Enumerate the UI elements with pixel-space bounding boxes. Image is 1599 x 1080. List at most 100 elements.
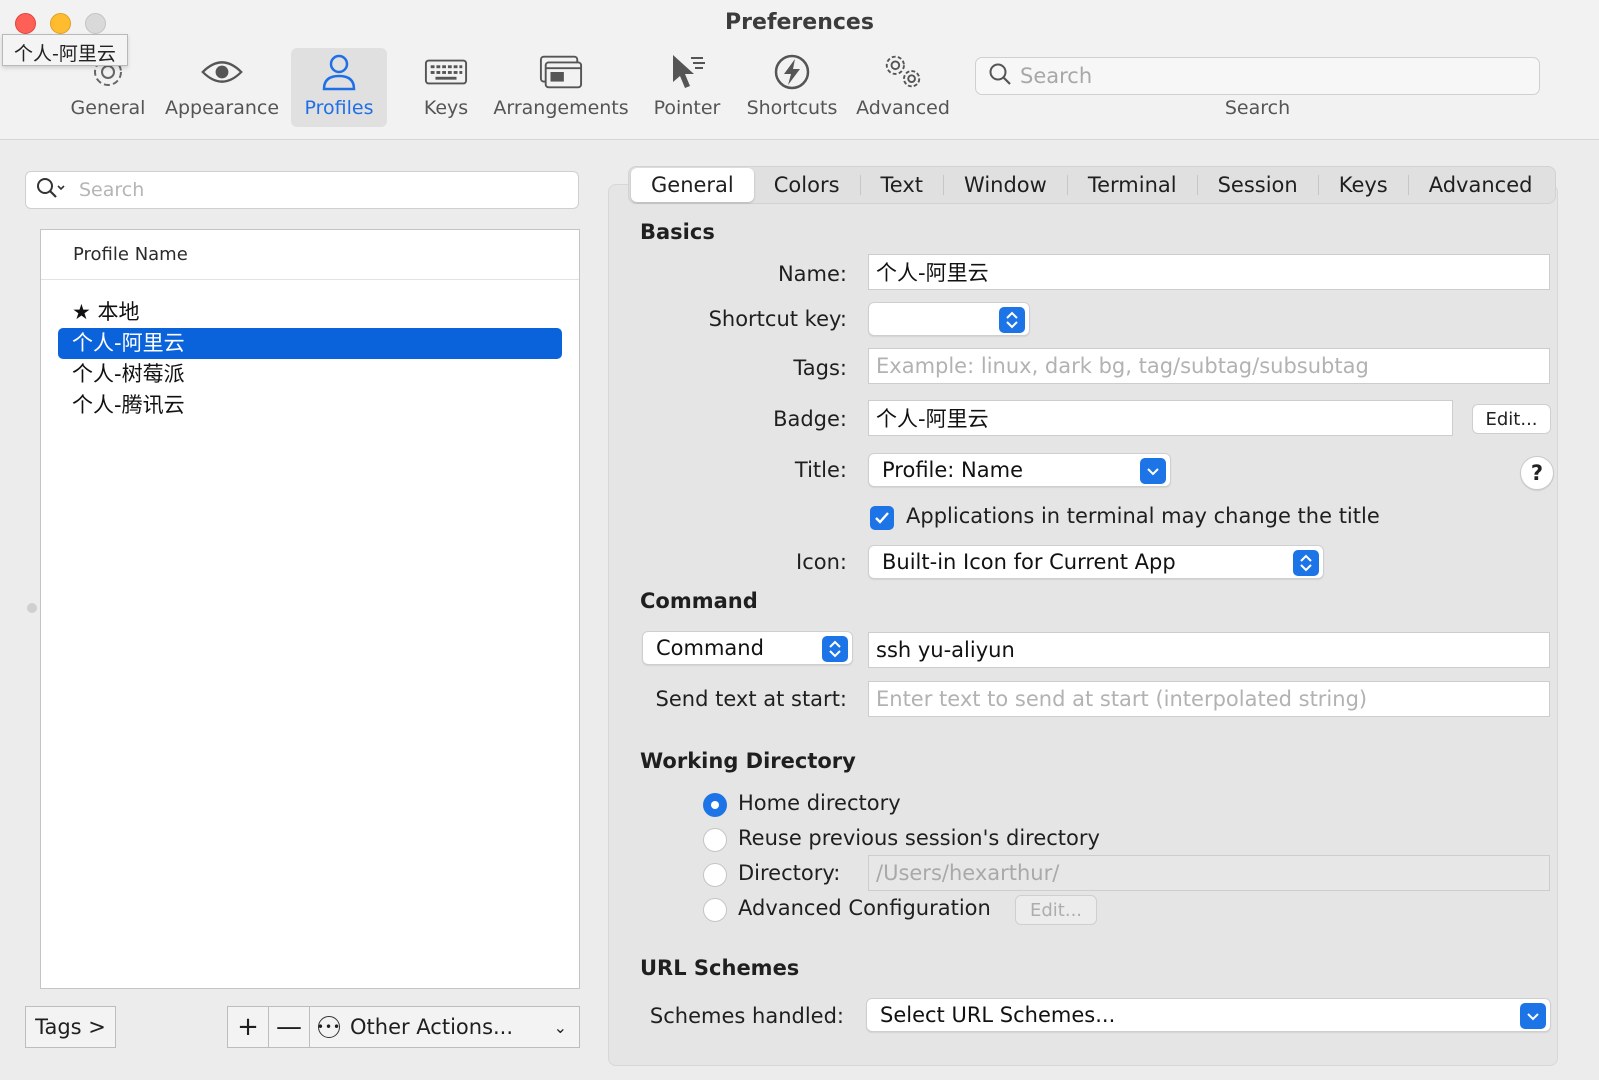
toolbar-label: Pointer: [653, 97, 721, 119]
apps-change-title-label: Applications in terminal may change the …: [906, 504, 1380, 528]
tab-window[interactable]: Window: [944, 168, 1067, 202]
checkmark-icon: [875, 512, 889, 524]
advanced-configuration-label: Advanced Configuration: [738, 896, 991, 920]
icon-popup-value: Built-in Icon for Current App: [882, 550, 1176, 574]
tab-session[interactable]: Session: [1198, 168, 1318, 202]
send-text-field[interactable]: [868, 681, 1550, 717]
icon-popup[interactable]: Built-in Icon for Current App: [868, 545, 1324, 579]
url-schemes-heading: URL Schemes: [640, 956, 800, 980]
profile-list: Profile Name ★ 本地 个人-阿里云 个人-树莓派 个人-腾讯云: [40, 229, 580, 989]
add-profile-button[interactable]: +: [227, 1006, 269, 1048]
other-actions-button[interactable]: ••• Other Actions... ⌄: [309, 1006, 580, 1048]
other-actions-label: Other Actions...: [350, 1015, 514, 1039]
toolbar-label: General: [70, 97, 146, 119]
badge-field[interactable]: [868, 400, 1453, 436]
tags-label: Tags:: [793, 356, 847, 380]
pointer-icon: [665, 52, 709, 92]
ellipsis-circle-icon: •••: [317, 1016, 340, 1038]
profile-name-column-header[interactable]: Profile Name: [41, 230, 579, 280]
toolbar-label: Advanced: [856, 97, 950, 119]
tab-text[interactable]: Text: [861, 168, 943, 202]
basics-heading: Basics: [640, 220, 715, 244]
profile-row-aliyun[interactable]: 个人-阿里云: [58, 328, 562, 359]
toolbar-appearance[interactable]: Appearance: [163, 48, 281, 127]
toolbar-label: Arrangements: [493, 97, 629, 119]
profile-tabs: General Colors Text Window Terminal Sess…: [628, 166, 1556, 204]
url-schemes-value: Select URL Schemes...: [880, 1003, 1116, 1027]
reuse-directory-label: Reuse previous session's directory: [738, 826, 1100, 850]
badge-label: Badge:: [773, 407, 847, 431]
lightning-icon: [770, 52, 814, 92]
toolbar-label: Profiles: [304, 97, 374, 119]
command-type-popup[interactable]: Command: [642, 631, 853, 665]
tab-general[interactable]: General: [631, 168, 754, 202]
toolbar: Preferences General Appearance Profiles: [0, 0, 1599, 140]
up-down-chevron-icon: [1293, 550, 1319, 576]
tags-field[interactable]: [868, 348, 1550, 384]
toolbar-pointer[interactable]: Pointer: [645, 48, 729, 127]
profile-row-raspberrypi[interactable]: 个人-树莓派: [58, 359, 562, 390]
chevron-down-icon: [1140, 458, 1166, 484]
search-icon: [35, 176, 67, 204]
tab-colors[interactable]: Colors: [754, 168, 860, 202]
toolbar-label: Shortcuts: [746, 97, 838, 119]
windows-icon: [539, 52, 583, 92]
send-text-label: Send text at start:: [655, 687, 847, 711]
directory-radio[interactable]: [703, 863, 727, 887]
split-view-handle[interactable]: [27, 603, 37, 613]
toolbar-label: Keys: [423, 97, 469, 119]
up-down-chevron-icon: [822, 636, 848, 662]
profile-search[interactable]: [25, 171, 579, 209]
title-popup[interactable]: Profile: Name: [868, 453, 1171, 487]
working-directory-heading: Working Directory: [640, 749, 856, 773]
advanced-configuration-edit-button[interactable]: Edit...: [1015, 895, 1097, 925]
chevron-down-icon: [1520, 1003, 1546, 1029]
toolbar-arrangements[interactable]: Arrangements: [493, 48, 629, 127]
window-title: Preferences: [725, 10, 874, 35]
toolbar-shortcuts[interactable]: Shortcuts: [742, 48, 842, 127]
profile-row-tencent[interactable]: 个人-腾讯云: [58, 390, 562, 421]
profile-row-local[interactable]: ★ 本地: [58, 297, 562, 328]
icon-label: Icon:: [796, 550, 847, 574]
directory-label: Directory:: [738, 861, 841, 885]
schemes-handled-label: Schemes handled:: [649, 1004, 844, 1028]
toolbar-advanced[interactable]: Advanced: [855, 48, 951, 127]
up-down-chevron-icon: [999, 307, 1025, 333]
eye-icon: [200, 52, 244, 92]
chevron-down-icon: ⌄: [553, 1017, 567, 1037]
profile-search-input[interactable]: [79, 179, 549, 201]
apps-change-title-checkbox[interactable]: [870, 506, 894, 530]
tags-button[interactable]: Tags >: [25, 1006, 116, 1048]
tab-keys[interactable]: Keys: [1319, 168, 1408, 202]
name-field[interactable]: [868, 254, 1550, 290]
help-button[interactable]: ?: [1520, 456, 1554, 490]
command-heading: Command: [640, 589, 758, 613]
toolbar-label: Appearance: [164, 97, 280, 119]
title-popup-value: Profile: Name: [882, 458, 1024, 482]
preferences-search-input[interactable]: [1020, 64, 1520, 88]
toolbar-keys[interactable]: Keys: [404, 48, 488, 127]
preferences-search[interactable]: [975, 57, 1540, 95]
search-label: Search: [1224, 97, 1291, 119]
remove-profile-button[interactable]: —: [268, 1006, 310, 1048]
title-label: Title:: [794, 458, 847, 482]
gears-icon: [881, 52, 925, 92]
preferences-window: Preferences General Appearance Profiles: [0, 0, 1599, 1080]
toolbar-profiles[interactable]: Profiles: [291, 48, 387, 127]
reuse-directory-radio[interactable]: [703, 828, 727, 852]
directory-field[interactable]: [868, 855, 1550, 891]
keyboard-icon: [424, 52, 468, 92]
home-directory-label: Home directory: [738, 791, 901, 815]
shortcut-key-label: Shortcut key:: [708, 307, 847, 331]
command-field[interactable]: [868, 632, 1550, 668]
tab-advanced[interactable]: Advanced: [1409, 168, 1553, 202]
badge-edit-button[interactable]: Edit...: [1472, 404, 1551, 434]
home-directory-radio[interactable]: [703, 793, 727, 817]
shortcut-key-popup[interactable]: [868, 302, 1030, 336]
search-icon: [988, 62, 1012, 90]
name-label: Name:: [777, 262, 847, 286]
command-type-value: Command: [656, 636, 764, 660]
tab-terminal[interactable]: Terminal: [1068, 168, 1197, 202]
advanced-configuration-radio[interactable]: [703, 898, 727, 922]
url-schemes-popup[interactable]: Select URL Schemes...: [866, 998, 1551, 1032]
